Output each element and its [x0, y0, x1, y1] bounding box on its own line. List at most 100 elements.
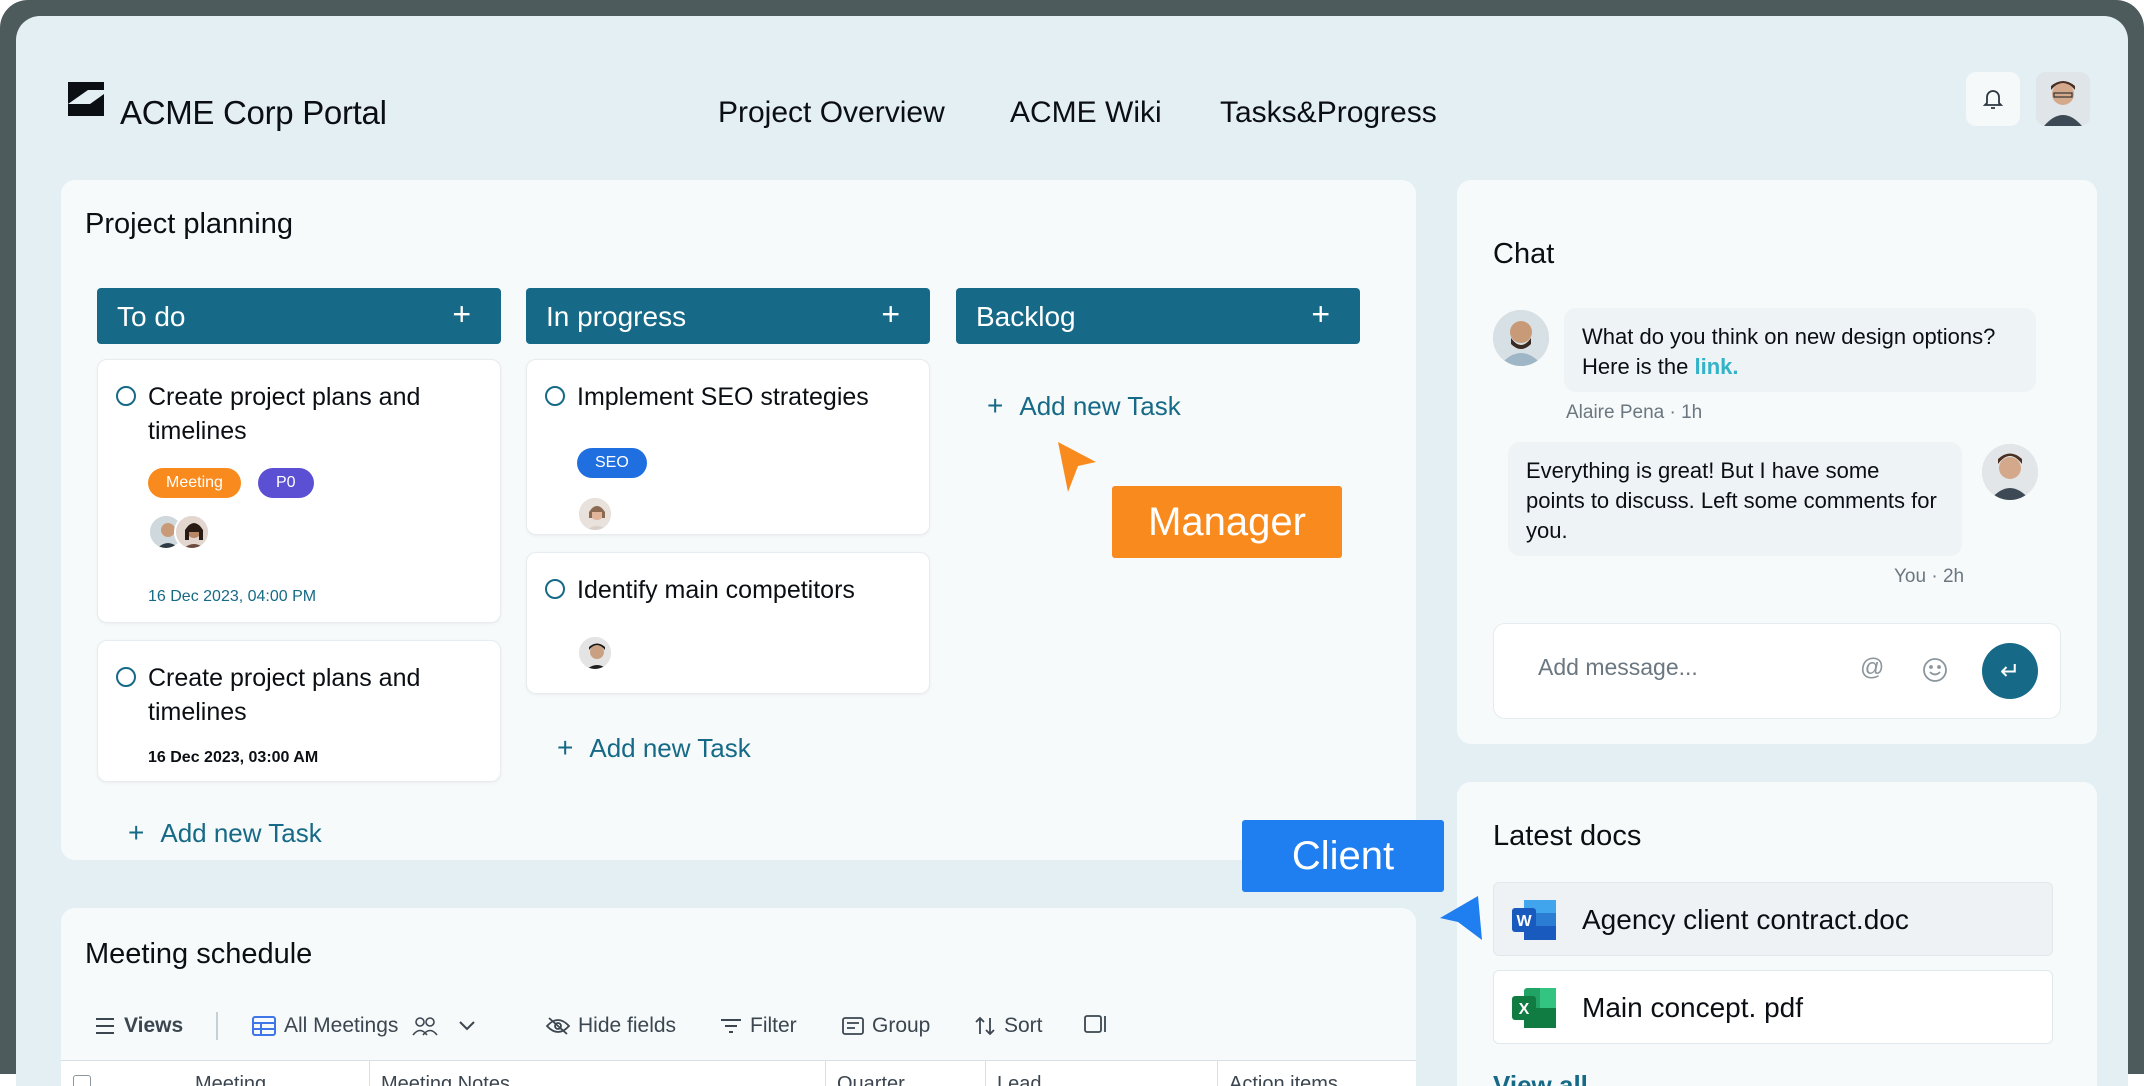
column-meeting-notes[interactable]: Meeting Notes — [381, 1073, 510, 1086]
sender-avatar — [1493, 310, 1549, 366]
column-meeting[interactable]: Meeting — [195, 1073, 266, 1086]
message-meta: You · 2h — [1894, 566, 1965, 587]
tag-seo: SEO — [577, 448, 647, 478]
task-status-icon[interactable] — [545, 386, 565, 406]
plus-icon: + — [557, 732, 574, 763]
chat-message-sent: Everything is great! But I have some poi… — [1508, 442, 1962, 556]
column-in-progress-header: In progress + — [526, 288, 930, 344]
meeting-table-header: Meeting Meeting Notes Quarter Lead Actio… — [61, 1060, 1416, 1086]
filter-button[interactable]: Filter — [720, 1014, 797, 1038]
column-quarter[interactable]: Quarter — [837, 1073, 905, 1086]
task-status-icon[interactable] — [116, 667, 136, 687]
all-meetings-view-select[interactable]: All Meetings — [252, 1014, 484, 1038]
task-due-date: 16 Dec 2023, 04:00 PM — [148, 588, 317, 605]
filter-icon — [721, 1019, 741, 1033]
add-task-label: Add new Task — [589, 733, 751, 763]
column-title: Backlog — [976, 301, 1076, 332]
chat-title: Chat — [1493, 238, 1555, 270]
hide-fields-button[interactable]: Hide fields — [546, 1014, 676, 1038]
sort-label: Sort — [1004, 1014, 1043, 1037]
eye-off-icon — [546, 1017, 570, 1035]
task-title: Identify main competitors — [577, 576, 855, 604]
doc-name: Agency client contract.doc — [1582, 904, 1909, 935]
own-avatar — [1982, 444, 2038, 500]
tag-p0: P0 — [258, 468, 314, 498]
app-screen: ACME Corp Portal Project Overview ACME W… — [16, 16, 2128, 1086]
task-card[interactable]: Identify main competitors — [526, 552, 930, 694]
column-backlog-header: Backlog + — [956, 288, 1360, 344]
project-planning-title: Project planning — [85, 208, 293, 240]
add-todo-button[interactable]: + — [452, 296, 471, 333]
user-avatar[interactable] — [2036, 72, 2090, 126]
manager-pointer-label: Manager — [1112, 486, 1342, 558]
task-card[interactable]: Implement SEO strategies SEO — [526, 359, 930, 535]
doc-name: Main concept. pdf — [1582, 992, 1804, 1023]
message-input[interactable] — [1538, 654, 1838, 681]
add-in-progress-button[interactable]: + — [881, 296, 900, 333]
filter-label: Filter — [750, 1014, 797, 1037]
send-button[interactable]: ↵ — [1982, 643, 2038, 699]
send-icon: ↵ — [1999, 657, 2021, 685]
client-cursor-icon — [1440, 896, 1482, 940]
emoji-icon[interactable] — [1922, 657, 1948, 683]
column-title: To do — [117, 301, 186, 332]
mention-icon[interactable]: @ — [1860, 654, 1884, 682]
sort-button[interactable]: Sort — [974, 1014, 1043, 1038]
bell-icon — [1982, 90, 2004, 109]
group-label: Group — [872, 1014, 931, 1037]
add-new-task-backlog[interactable]: + Add new Task — [987, 390, 1181, 422]
doc-item[interactable]: X Main concept. pdf — [1493, 970, 2053, 1044]
group-icon — [842, 1017, 864, 1035]
word-icon: W — [1512, 900, 1556, 940]
people-icon — [412, 1017, 439, 1036]
doc-item[interactable]: W Agency client contract.doc — [1493, 882, 2053, 956]
task-status-icon[interactable] — [116, 386, 136, 406]
message-meta: Alaire Pena · 1h — [1566, 402, 1703, 423]
chevron-down-icon — [459, 1021, 476, 1031]
acme-logo-icon — [68, 82, 104, 116]
select-all-checkbox[interactable] — [73, 1075, 91, 1086]
client-pointer-label: Client — [1242, 820, 1444, 892]
add-new-task-todo[interactable]: + Add new Task — [128, 817, 322, 849]
add-task-label: Add new Task — [160, 818, 322, 848]
app-title: ACME Corp Portal — [120, 94, 387, 131]
column-action-items[interactable]: Action items — [1229, 1073, 1338, 1086]
view-all-docs-link[interactable]: View all — [1493, 1070, 1588, 1086]
assignee-avatar — [577, 496, 613, 532]
task-card[interactable]: Create project plans and timelines Meeti… — [97, 359, 501, 623]
add-new-task-in-progress[interactable]: + Add new Task — [557, 732, 751, 764]
column-lead[interactable]: Lead — [997, 1073, 1042, 1086]
svg-text:W: W — [1516, 913, 1532, 930]
group-button[interactable]: Group — [842, 1014, 930, 1038]
grid-view-icon — [252, 1016, 276, 1036]
row-height-button[interactable] — [1084, 1014, 1116, 1034]
meeting-schedule-title: Meeting schedule — [85, 938, 313, 970]
menu-icon — [96, 1018, 114, 1034]
message-text: Everything is great! But I have some poi… — [1526, 458, 1937, 543]
column-todo-header: To do + — [97, 288, 501, 344]
task-card[interactable]: Create project plans and timelines 16 De… — [97, 640, 501, 782]
message-link[interactable]: link. — [1695, 354, 1739, 379]
toolbar-divider — [216, 1012, 218, 1040]
add-backlog-button[interactable]: + — [1311, 296, 1330, 333]
add-task-label: Add new Task — [1019, 391, 1181, 421]
plus-icon: + — [128, 817, 145, 848]
chat-message-received: What do you think on new design options?… — [1564, 308, 2036, 392]
assignee-avatar — [577, 635, 613, 671]
excel-icon: X — [1512, 988, 1556, 1028]
manager-cursor-icon — [1058, 442, 1096, 492]
chat-composer: @ ↵ — [1493, 623, 2061, 719]
assignee-avatar — [174, 514, 210, 550]
views-label: Views — [124, 1014, 184, 1037]
notifications-button[interactable] — [1966, 72, 2020, 126]
message-text: What do you think on new design options?… — [1582, 324, 1996, 379]
task-title: Implement SEO strategies — [577, 383, 869, 411]
plus-icon: + — [987, 390, 1004, 421]
latest-docs-title: Latest docs — [1493, 820, 1642, 852]
nav-acme-wiki[interactable]: ACME Wiki — [1010, 96, 1162, 130]
nav-project-overview[interactable]: Project Overview — [718, 96, 945, 130]
task-title: Create project plans and timelines — [148, 383, 421, 445]
task-status-icon[interactable] — [545, 579, 565, 599]
views-button[interactable]: Views — [94, 1014, 183, 1038]
nav-tasks-progress[interactable]: Tasks&Progress — [1220, 96, 1437, 130]
